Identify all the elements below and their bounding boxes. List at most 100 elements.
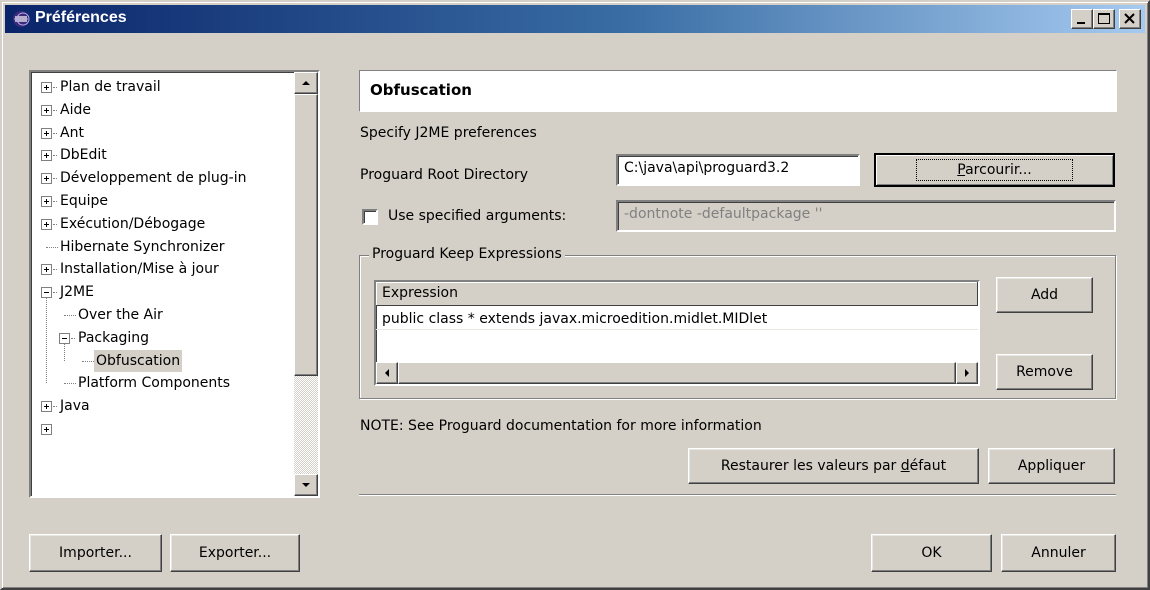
- arrow-down-icon: [302, 483, 310, 487]
- page-description: Specify J2ME preferences: [360, 125, 537, 141]
- remove-button[interactable]: Remove: [996, 354, 1093, 390]
- tree-item[interactable]: Développement de plug-in: [31, 167, 293, 189]
- tree-connector: [53, 155, 57, 157]
- note-text: NOTE: See Proguard documentation for mor…: [360, 418, 762, 434]
- maximize-button[interactable]: [1093, 9, 1115, 29]
- scroll-up-button[interactable]: [294, 72, 318, 94]
- scroll-left-button[interactable]: [376, 362, 398, 384]
- tree-connector: [53, 201, 57, 202]
- expand-icon[interactable]: [41, 196, 52, 207]
- tree-item[interactable]: Plan de travail: [31, 76, 293, 98]
- expand-icon[interactable]: [41, 104, 52, 116]
- tree-connector: [53, 292, 57, 294]
- browse-label: Parcourir...: [916, 159, 1073, 181]
- preferences-tree[interactable]: Plan de travail Aide Ant DbEdit Développemen…: [29, 70, 320, 498]
- use-args-checkbox[interactable]: [362, 209, 378, 225]
- browse-button[interactable]: Parcourir...: [874, 153, 1115, 187]
- collapse-icon[interactable]: [41, 287, 52, 299]
- close-button[interactable]: [1119, 9, 1141, 29]
- tree-connector: [53, 269, 57, 271]
- separator: [359, 494, 1116, 496]
- tree-item[interactable]: Packaging: [31, 327, 293, 349]
- tree-connector: [82, 360, 94, 362]
- expand-icon[interactable]: [41, 127, 52, 139]
- tree-vertical-scrollbar[interactable]: [294, 72, 318, 496]
- tree-item[interactable]: Platform Components: [31, 372, 293, 394]
- add-button[interactable]: Add: [996, 277, 1093, 313]
- tree-item[interactable]: Installation/Mise à jour: [31, 258, 293, 280]
- tree-item-label: Java: [60, 398, 90, 415]
- tree-item[interactable]: Over the Air: [31, 304, 293, 326]
- expand-icon[interactable]: [41, 173, 52, 185]
- title-bar[interactable]: Préférences: [5, 5, 1145, 33]
- h-scroll-thumb[interactable]: [398, 362, 956, 384]
- tree-item[interactable]: J2ME: [31, 281, 293, 303]
- expand-icon[interactable]: [41, 424, 52, 435]
- tree-connector: [53, 406, 57, 408]
- tree-item[interactable]: Aide: [31, 99, 293, 121]
- ok-button[interactable]: OK: [871, 534, 992, 572]
- arrow-left-icon: [385, 369, 389, 377]
- cancel-button[interactable]: Annuler: [1001, 534, 1116, 572]
- collapse-icon[interactable]: [59, 332, 70, 344]
- tree-connector: [64, 315, 76, 316]
- scroll-right-button[interactable]: [956, 362, 978, 384]
- expand-icon[interactable]: [41, 82, 52, 93]
- tree-item-label: Hibernate Synchronizer: [60, 238, 225, 255]
- tree-item-label: Platform Components: [78, 375, 231, 392]
- window-title: Préférences: [35, 9, 127, 26]
- tree-item[interactable]: Exécution/Débogage: [31, 213, 293, 235]
- tree-item[interactable]: Obfuscation: [31, 349, 293, 372]
- expand-icon[interactable]: [41, 150, 52, 162]
- minimize-icon: [1077, 22, 1085, 24]
- tree-connector: [53, 109, 57, 111]
- args-field[interactable]: -dontnote -defaultpackage '': [616, 200, 1116, 232]
- arrow-up-icon: [302, 81, 310, 85]
- root-dir-field[interactable]: C:\java\api\proguard3.2: [616, 154, 860, 186]
- page-header: Obfuscation: [359, 70, 1117, 112]
- restore-defaults-button[interactable]: Restaurer les valeurs par défaut: [688, 448, 979, 484]
- expressions-table[interactable]: Expression public class * extends javax.…: [374, 280, 980, 386]
- export-button[interactable]: Exporter...: [170, 534, 300, 572]
- tree-connector: [53, 132, 57, 134]
- tree-item-label: Ant: [60, 124, 84, 141]
- minimize-button[interactable]: [1071, 9, 1093, 29]
- table-header-expression[interactable]: Expression: [376, 282, 978, 306]
- restore-defaults-label: Restaurer les valeurs par défaut: [720, 458, 947, 474]
- tree-item-label: Développement de plug-in: [60, 170, 247, 187]
- table-row[interactable]: public class * extends javax.microeditio…: [376, 309, 978, 330]
- expand-icon[interactable]: [41, 401, 52, 413]
- tree-connector: [71, 337, 75, 339]
- root-dir-label: Proguard Root Directory: [360, 167, 529, 183]
- close-icon: [1124, 13, 1135, 24]
- tree-item-label: Packaging: [78, 329, 150, 346]
- tree-connector: [53, 178, 57, 180]
- tree-item[interactable]: Equipe: [31, 190, 293, 212]
- tree-item-label: J2ME: [60, 284, 94, 301]
- preferences-window: Préférences Plan de travail Aide Ant DbEdit…: [0, 0, 1150, 590]
- import-button[interactable]: Importer...: [29, 534, 162, 572]
- table-horizontal-scrollbar[interactable]: [376, 362, 978, 384]
- use-args-label: Use specified arguments:: [388, 208, 567, 224]
- tree-item-label: Plan de travail: [60, 79, 161, 95]
- tree-item-label: Equipe: [60, 193, 108, 209]
- tree-connector: [46, 246, 58, 248]
- tree-item-label: Installation/Mise à jour: [60, 261, 219, 278]
- tree-connector: [53, 223, 57, 225]
- maximize-icon: [1098, 13, 1110, 24]
- tree-item[interactable]: DbEdit: [31, 144, 293, 166]
- tree-item-label: Obfuscation: [94, 349, 183, 372]
- tree-item-label: Exécution/Débogage: [60, 215, 206, 232]
- tree-item[interactable]: Java: [31, 395, 293, 417]
- tree-connector: [53, 87, 57, 88]
- expand-icon[interactable]: [41, 264, 52, 276]
- tree-connector: [46, 298, 47, 384]
- scroll-down-button[interactable]: [294, 474, 318, 496]
- tree-item[interactable]: Hibernate Synchronizer: [31, 236, 293, 258]
- scroll-thumb[interactable]: [294, 94, 318, 376]
- tree-connector: [64, 343, 65, 361]
- tree-connector: [64, 383, 76, 385]
- apply-button[interactable]: Appliquer: [988, 448, 1115, 484]
- expand-icon[interactable]: [41, 218, 52, 230]
- tree-item[interactable]: Ant: [31, 122, 293, 144]
